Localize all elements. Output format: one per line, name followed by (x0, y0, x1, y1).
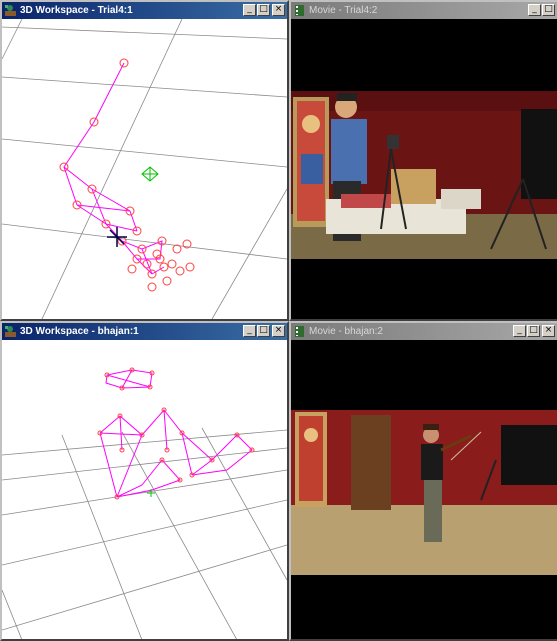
window-title: Movie - Trial4:2 (309, 5, 378, 16)
workspace-3d-icon (5, 326, 16, 337)
window-title: 3D Workspace - Trial4:1 (20, 5, 133, 16)
movie-icon (295, 5, 304, 16)
workspace-scene (2, 367, 287, 639)
title-bar[interactable]: 3D Workspace - Trial4:1 _ □ × (2, 2, 287, 19)
workspace-window-trial4[interactable]: 3D Workspace - Trial4:1 _ □ × (0, 0, 289, 321)
minimize-button[interactable]: _ (243, 4, 256, 16)
floor-grid (2, 19, 287, 319)
title-bar[interactable]: 3D Workspace - bhajan:1 _ □ × (2, 323, 287, 340)
minimize-button[interactable]: _ (513, 325, 526, 337)
video-frame (291, 410, 557, 575)
crosshair-cursor-icon (107, 227, 127, 247)
movie-viewport[interactable] (291, 19, 557, 319)
minimize-button[interactable]: _ (528, 4, 541, 16)
centroid-marker (141, 166, 159, 182)
maximize-button[interactable]: □ (527, 325, 540, 337)
maximize-button[interactable]: □ (257, 4, 270, 16)
close-button[interactable]: × (272, 4, 285, 16)
close-button[interactable]: × (542, 325, 555, 337)
video-frame (291, 91, 557, 259)
maximize-button[interactable]: □ (542, 4, 555, 16)
workspace-3d-icon (5, 5, 16, 16)
movie-viewport[interactable] (291, 340, 557, 639)
close-button[interactable]: × (272, 325, 285, 337)
window-title: Movie - bhajan:2 (309, 326, 383, 337)
title-bar[interactable]: Movie - Trial4:2 _ □ (291, 2, 557, 19)
marker-circles (59, 58, 195, 292)
movie-window-trial4[interactable]: Movie - Trial4:2 _ □ (289, 0, 557, 321)
workspace-scene[interactable] (2, 19, 287, 319)
movie-icon (295, 326, 304, 337)
workspace-viewport[interactable] (2, 340, 287, 639)
movie-window-bhajan[interactable]: Movie - bhajan:2 _ □ × (289, 321, 557, 641)
workspace-window-bhajan[interactable]: 3D Workspace - bhajan:1 _ □ × (0, 321, 289, 641)
minimize-button[interactable]: _ (243, 325, 256, 337)
title-bar[interactable]: Movie - bhajan:2 _ □ × (291, 323, 557, 340)
maximize-button[interactable]: □ (257, 325, 270, 337)
window-title: 3D Workspace - bhajan:1 (20, 326, 139, 337)
workspace-viewport[interactable] (2, 19, 287, 319)
floor-grid (2, 427, 287, 639)
